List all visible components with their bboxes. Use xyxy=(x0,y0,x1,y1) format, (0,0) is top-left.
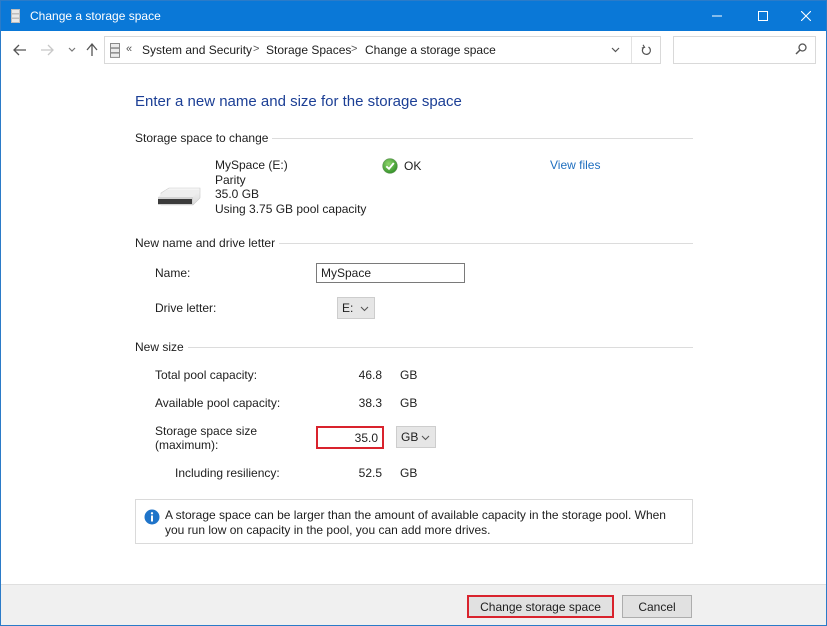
chevron-down-icon xyxy=(68,47,76,52)
breadcrumb-storage-spaces[interactable]: Storage Spaces xyxy=(266,43,351,57)
minimize-button[interactable] xyxy=(694,1,740,31)
back-button[interactable] xyxy=(11,40,29,60)
divider xyxy=(279,242,693,244)
storage-space-name: MySpace (E:) xyxy=(215,158,288,172)
section-label: New size xyxy=(135,340,184,354)
navigation-bar: « System and Security > Storage Spaces >… xyxy=(1,31,826,69)
section-label: New name and drive letter xyxy=(135,236,276,250)
total-pool-capacity-unit: GB xyxy=(400,368,418,382)
including-resiliency-unit: GB xyxy=(400,466,418,480)
total-pool-capacity-label: Total pool capacity: xyxy=(155,368,258,382)
address-bar[interactable]: « System and Security > Storage Spaces >… xyxy=(104,36,661,64)
breadcrumb-separator[interactable]: > xyxy=(253,43,259,55)
status-text: OK xyxy=(404,159,422,173)
minimize-icon xyxy=(712,15,722,17)
cancel-button[interactable]: Cancel xyxy=(622,595,692,618)
storage-space-size-input[interactable] xyxy=(316,426,384,449)
recent-locations-button[interactable] xyxy=(63,40,81,60)
breadcrumb-system-and-security[interactable]: System and Security xyxy=(142,43,252,57)
section-label: Storage space to change xyxy=(135,131,269,145)
storage-space-details: MySpace (E:) Parity 35.0 GB Using 3.75 G… xyxy=(215,158,366,216)
available-pool-capacity-value: 38.3 xyxy=(358,396,382,410)
check-circle-icon xyxy=(382,158,398,174)
info-box: A storage space can be larger than the a… xyxy=(135,499,693,544)
arrow-right-icon xyxy=(41,44,54,56)
storage-spaces-icon xyxy=(110,43,120,58)
breadcrumb-change-storage-space[interactable]: Change a storage space xyxy=(365,43,496,57)
storage-spaces-icon xyxy=(11,9,20,23)
content-area: Enter a new name and size for the storag… xyxy=(1,69,826,584)
change-storage-space-button[interactable]: Change storage space xyxy=(467,595,614,618)
refresh-icon xyxy=(641,44,651,55)
available-pool-capacity-unit: GB xyxy=(400,396,418,410)
window-title: Change a storage space xyxy=(30,9,161,23)
maximize-button[interactable] xyxy=(740,1,786,31)
footer: Change storage space Cancel xyxy=(1,584,826,625)
chevron-down-icon xyxy=(421,435,430,441)
breadcrumb-separator[interactable]: > xyxy=(351,43,357,55)
maximize-icon xyxy=(758,11,768,21)
close-button[interactable] xyxy=(786,1,826,31)
up-button[interactable] xyxy=(83,40,101,60)
name-input[interactable] xyxy=(316,263,465,283)
drive-letter-select[interactable]: E: xyxy=(337,297,375,319)
including-resiliency-label: Including resiliency: xyxy=(175,466,280,480)
page-title: Enter a new name and size for the storag… xyxy=(135,93,462,110)
divider xyxy=(272,137,693,139)
window: Change a storage space « System and Secu… xyxy=(0,0,827,626)
storage-space-pool-usage: Using 3.75 GB pool capacity xyxy=(215,201,367,216)
section-new-name-and-drive-letter: New name and drive letter xyxy=(135,235,693,251)
storage-space-size-label-line2: (maximum): xyxy=(155,438,219,452)
info-text: A storage space can be larger than the a… xyxy=(165,508,666,537)
drive-letter-value: E: xyxy=(342,301,354,315)
chevron-down-icon xyxy=(360,306,369,312)
section-new-size: New size xyxy=(135,339,693,355)
drive-letter-label: Drive letter: xyxy=(155,301,217,315)
arrow-left-icon xyxy=(13,44,26,56)
chevron-down-icon xyxy=(611,47,619,53)
address-history-button[interactable] xyxy=(603,37,627,63)
search-input[interactable] xyxy=(680,38,790,62)
available-pool-capacity-label: Available pool capacity: xyxy=(155,396,281,410)
size-unit-select[interactable]: GB xyxy=(396,426,436,448)
storage-space-size-label-line1: Storage space size xyxy=(155,424,258,438)
storage-space-size-label: Storage space size (maximum): xyxy=(155,424,257,452)
divider xyxy=(187,346,693,348)
including-resiliency-value: 52.5 xyxy=(358,466,382,480)
breadcrumb-overflow[interactable]: « xyxy=(126,43,132,55)
view-files-link[interactable]: View files xyxy=(550,158,600,172)
forward-button[interactable] xyxy=(38,40,56,60)
storage-space-resiliency: Parity xyxy=(215,172,246,187)
section-storage-space-to-change: Storage space to change xyxy=(135,130,693,146)
search-icon[interactable] xyxy=(795,43,807,55)
total-pool-capacity-value: 46.8 xyxy=(358,368,382,382)
size-unit-value: GB xyxy=(401,430,419,444)
storage-space-size: 35.0 GB xyxy=(215,187,260,201)
refresh-button[interactable] xyxy=(631,37,661,63)
name-label: Name: xyxy=(155,266,191,280)
status-badge: OK xyxy=(382,158,421,174)
drive-icon xyxy=(158,187,201,206)
title-bar: Change a storage space xyxy=(1,1,826,31)
info-icon xyxy=(144,509,160,525)
arrow-up-icon xyxy=(86,43,98,56)
search-box[interactable] xyxy=(673,36,816,64)
close-icon xyxy=(801,11,811,21)
